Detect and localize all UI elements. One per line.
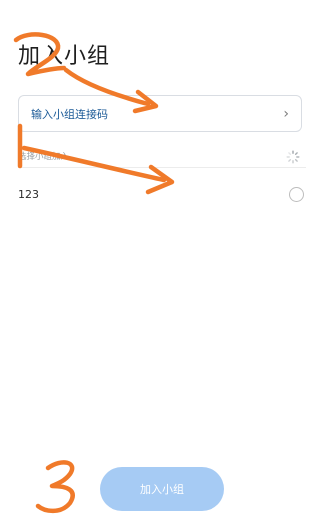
- spinner-icon: [286, 150, 300, 164]
- divider: [18, 167, 306, 168]
- annotation-overlay: [13, 32, 175, 514]
- chevron-right-icon: ›: [283, 105, 289, 122]
- join-code-row[interactable]: 输入小组连接码 ›: [18, 95, 302, 132]
- page-title: 加入小组: [18, 44, 111, 69]
- join-code-label: 输入小组连接码: [31, 107, 108, 121]
- join-group-page: 加入小组 输入小组连接码 › 选择小组加入 123 加入小组: [0, 0, 320, 526]
- group-radio[interactable]: [289, 186, 304, 202]
- group-list-item[interactable]: 123: [18, 180, 304, 208]
- join-group-button[interactable]: 加入小组: [100, 467, 224, 511]
- group-name: 123: [18, 187, 39, 201]
- section-label: 选择小组加入: [18, 152, 70, 162]
- annotation-number-3: [35, 460, 75, 514]
